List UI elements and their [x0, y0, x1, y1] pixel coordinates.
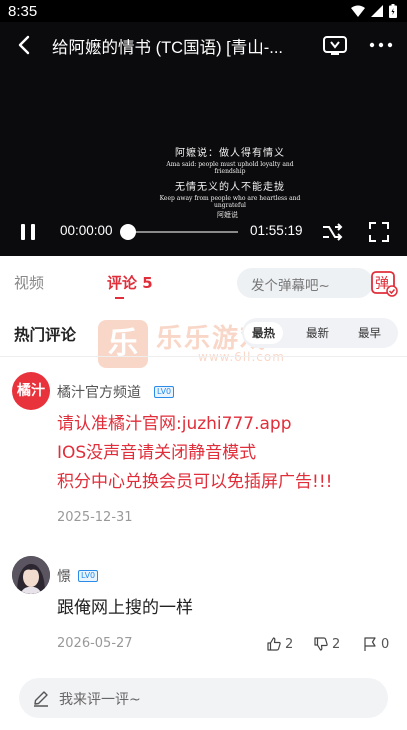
- avatar-text: 橘汁: [17, 383, 45, 399]
- dislike-button[interactable]: 2: [313, 636, 340, 652]
- back-arrow-icon[interactable]: [14, 34, 36, 56]
- like-count: 2: [285, 636, 294, 652]
- progress-knob[interactable]: [120, 224, 136, 240]
- dislike-count: 2: [332, 636, 341, 652]
- comment-author[interactable]: 橘汁官方频道: [57, 382, 141, 402]
- subtitle-line: Keep away from people who are heartless …: [159, 195, 301, 209]
- active-tab-indicator: [115, 297, 124, 299]
- comment-text: 请认准橘汁官网:juzhi777.app IOS没声音请关闭静音模式 积分中心兑…: [57, 410, 332, 497]
- comment-date: 2026-05-27: [57, 636, 133, 651]
- comment-line: 积分中心兑换会员可以免插屏广告!!!: [57, 472, 333, 492]
- comment-author[interactable]: 憬: [57, 566, 71, 586]
- anime-girl-avatar-icon: [12, 556, 50, 594]
- sort-earliest[interactable]: 最早: [350, 322, 389, 344]
- report-button[interactable]: 0: [362, 636, 389, 652]
- cast-tv-icon[interactable]: [322, 34, 348, 56]
- signal-icon: [371, 5, 383, 17]
- thumbs-up-icon: [267, 637, 281, 651]
- thumbs-down-icon: [314, 637, 328, 651]
- report-count: 0: [381, 636, 390, 652]
- subtitle-line: Ama said: people must uphold loyalty and…: [166, 161, 294, 175]
- bottom-comment-bar: 我来评一评~: [0, 672, 407, 730]
- comment-line: 请认准橘汁官网:juzhi777.app: [57, 414, 292, 434]
- pen-icon: [34, 691, 48, 707]
- divider: [0, 356, 407, 357]
- more-dots-icon[interactable]: [368, 34, 394, 56]
- avatar[interactable]: 橘汁: [12, 372, 50, 410]
- status-icons: [351, 4, 397, 18]
- subtitle-line: 无情无义的人不能走拢: [175, 182, 285, 193]
- comment-item: 橘汁 橘汁官方频道 LV0 请认准橘汁官网:juzhi777.app IOS没声…: [0, 372, 407, 532]
- level-badge: LV0: [154, 386, 175, 398]
- video-player[interactable]: 给阿嬷的情书 (TC国语) [青山-... 阿嬷说：做人得有情义 Ama sai…: [0, 22, 407, 256]
- pause-icon[interactable]: [18, 221, 38, 243]
- danmaku-input[interactable]: 发个弹幕吧~: [237, 268, 373, 298]
- sort-newest[interactable]: 最新: [298, 322, 337, 344]
- play-mode-icon[interactable]: [320, 220, 344, 244]
- progress-bar[interactable]: [128, 231, 238, 233]
- comment-date: 2025-12-31: [57, 510, 133, 525]
- status-bar: 8:35: [0, 0, 407, 22]
- sort-switch: 最热 最新 最早: [242, 318, 398, 348]
- wifi-icon: [351, 5, 365, 17]
- status-time: 8:35: [8, 2, 38, 20]
- battery-icon: [389, 4, 397, 18]
- total-time: 01:55:19: [250, 223, 303, 238]
- avatar[interactable]: [12, 556, 50, 594]
- like-button[interactable]: 2: [266, 636, 293, 652]
- comment-line: 跟俺网上搜的一样: [57, 598, 193, 618]
- fullscreen-icon[interactable]: [368, 221, 390, 243]
- level-badge: LV0: [78, 570, 99, 582]
- video-title: 给阿嬷的情书 (TC国语) [青山-...: [52, 39, 283, 57]
- hot-comments-title: 热门评论: [14, 326, 77, 344]
- comment-item: 憬 LV0 跟俺网上搜的一样 2026-05-27 2 2 0: [0, 556, 407, 656]
- comment-input[interactable]: 我来评一评~: [19, 678, 388, 718]
- subtitle-line: 阿嬷说：做人得有情义: [175, 148, 285, 159]
- flag-icon: [364, 637, 376, 651]
- player-controls: 00:00:00 01:55:19: [0, 218, 407, 248]
- detail-tabs: 视频 评论 5 发个弹幕吧~ 弹: [0, 256, 407, 306]
- hot-comments-header: 热门评论 最热 最新 最早: [0, 310, 407, 356]
- comment-line: IOS没声音请关闭静音模式: [57, 443, 257, 463]
- sort-hottest[interactable]: 最热: [244, 322, 283, 344]
- danmaku-toggle-icon[interactable]: 弹: [370, 269, 398, 297]
- current-time: 00:00:00: [60, 223, 113, 238]
- comment-placeholder: 我来评一评~: [59, 692, 141, 708]
- tab-comments[interactable]: 评论 5: [107, 272, 153, 293]
- comment-text: 跟俺网上搜的一样: [57, 594, 193, 623]
- video-subtitles: 阿嬷说：做人得有情义 Ama said: people must uphold …: [150, 144, 310, 209]
- tab-video[interactable]: 视频: [14, 272, 44, 293]
